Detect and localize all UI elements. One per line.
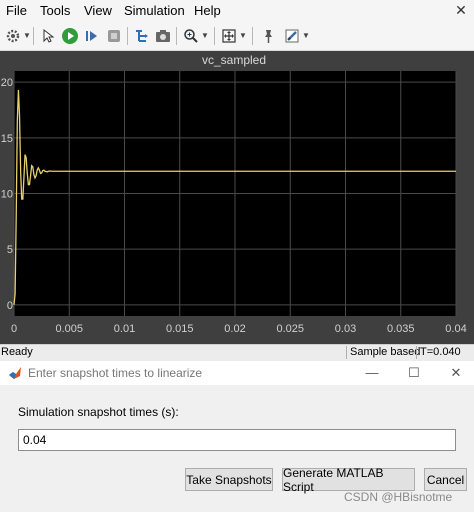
help-pointer-icon[interactable] [38, 26, 58, 46]
x-tick-label: 0.02 [224, 323, 245, 335]
gear-dropdown-icon[interactable]: ▼ [23, 26, 31, 46]
menu-simulation[interactable]: Simulation [124, 3, 185, 18]
x-tick-label: 0.035 [387, 323, 415, 335]
x-tick-label: 0.04 [445, 323, 466, 335]
scope-plot: vc_sampled 0 0.005 0.01 0.015 0.02 0.025 0.03 0… [0, 51, 474, 344]
status-time: T=0.040 [416, 346, 461, 359]
menu-file[interactable]: File [6, 3, 27, 18]
y-tick-label: 5 [7, 244, 13, 256]
x-tick-label: 0.025 [276, 323, 304, 335]
toolbar-separator [127, 27, 128, 45]
step-forward-icon[interactable] [82, 26, 102, 46]
status-bar: Ready Sample based T=0.040 [0, 344, 474, 361]
zoom-icon[interactable] [181, 26, 201, 46]
zoom-dropdown-icon[interactable]: ▼ [201, 26, 209, 46]
snapshot-times-label: Simulation snapshot times (s): [18, 405, 179, 419]
x-tick-label: 0 [11, 323, 17, 335]
status-ready: Ready [1, 346, 33, 358]
y-tick-label: 10 [1, 189, 13, 201]
x-tick-label: 0.005 [55, 323, 83, 335]
snapshot-icon[interactable] [153, 26, 173, 46]
close-icon[interactable]: ✕ [446, 364, 466, 382]
highlight-model-icon[interactable] [132, 26, 152, 46]
toolbar-separator [214, 27, 215, 45]
y-tick-label: 15 [1, 133, 13, 145]
y-tick-label: 0 [7, 300, 13, 312]
y-tick-label: 20 [1, 77, 13, 89]
x-tick-label: 0.03 [335, 323, 356, 335]
menu-bar: File Tools View Simulation Help ✕ [0, 0, 474, 22]
x-tick-label: 0.01 [114, 323, 135, 335]
toolbar: ▼ ▼ ▼ ▼ [0, 22, 474, 51]
menu-view[interactable]: View [84, 3, 112, 18]
fit-to-view-icon[interactable] [219, 26, 239, 46]
scope-title: vc_sampled [202, 53, 266, 67]
take-snapshots-button[interactable]: Take Snapshots [185, 468, 273, 491]
watermark: CSDN @HBisnotme [344, 490, 453, 504]
dialog-title: Enter snapshot times to linearize [28, 366, 203, 380]
gear-icon[interactable] [3, 26, 23, 46]
dialog-titlebar: Enter snapshot times to linearize — ☐ ✕ [0, 361, 474, 385]
scope-chart: vc_sampled 0 0.005 0.01 0.015 0.02 0.025 0.03 0… [1, 53, 467, 335]
undock-close-icon[interactable]: ✕ [452, 1, 470, 19]
stop-icon[interactable] [104, 26, 124, 46]
pin-icon[interactable] [258, 26, 278, 46]
run-icon[interactable] [60, 26, 80, 46]
toolbar-separator [252, 27, 253, 45]
snapshot-times-input[interactable]: 0.04 [18, 429, 456, 451]
minimize-icon[interactable]: — [362, 364, 382, 382]
toolbar-separator [176, 27, 177, 45]
toolbar-separator [33, 27, 34, 45]
cancel-button[interactable]: Cancel [424, 468, 467, 491]
x-tick-label: 0.015 [166, 323, 194, 335]
menu-help[interactable]: Help [194, 3, 221, 18]
menu-tools[interactable]: Tools [40, 3, 70, 18]
fit-dropdown-icon[interactable]: ▼ [239, 26, 247, 46]
style-icon[interactable] [282, 26, 302, 46]
generate-script-button[interactable]: Generate MATLAB Script [282, 466, 415, 494]
status-mode: Sample based [346, 346, 420, 359]
matlab-logo-icon [9, 367, 21, 379]
maximize-icon[interactable]: ☐ [404, 364, 424, 382]
style-dropdown-icon[interactable]: ▼ [302, 26, 310, 46]
